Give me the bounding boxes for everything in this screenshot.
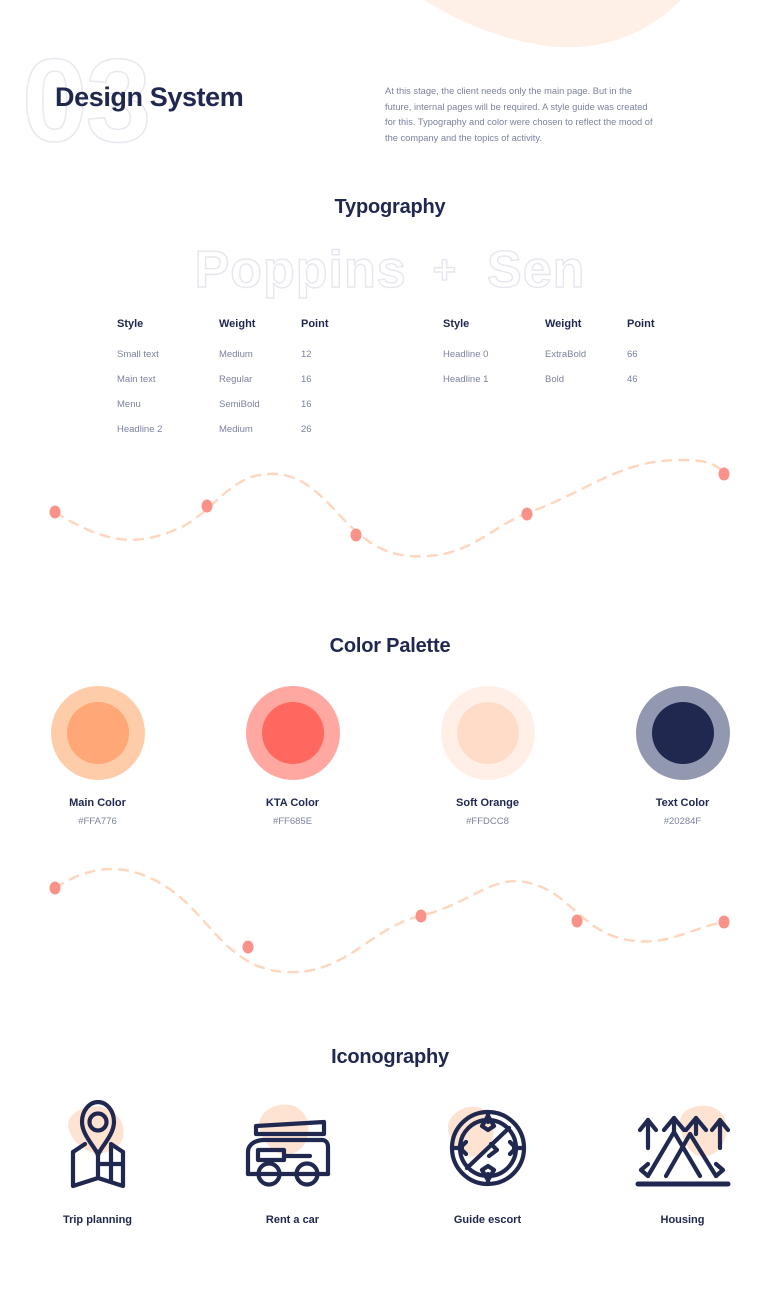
color-swatch[interactable]: Text Color #20284F [585,686,780,827]
cell-style: Headline 0 [443,349,489,360]
plus-separator: + [432,247,458,292]
table-row: Headline 2 Medium 26 [117,424,351,449]
page-header: 03 Design System At this stage, the clie… [0,0,780,180]
wave-path [53,458,727,558]
swatch-hex: #FF685E [272,816,313,827]
table-row: Main text Regular 16 [117,374,351,399]
cell-point: 12 [301,349,312,360]
cell-weight: Medium [219,424,253,435]
wave-dot [718,915,730,929]
swatch-core [66,702,129,764]
table-row: Menu SemiBold 16 [117,399,351,424]
column-header-weight: Weight [545,318,582,330]
swatch-hex: #20284F [663,816,702,827]
wave-dot [718,467,730,481]
icon-item-trip-planning[interactable]: Trip planning [0,1100,195,1226]
icon-art [238,1100,348,1196]
cell-weight: Regular [219,374,253,385]
column-header-point: Point [301,318,329,330]
swatch-ring [50,686,145,780]
table-row: Headline 0 ExtraBold 66 [443,349,677,374]
icon-blob [258,1104,308,1155]
wave-dot [415,909,427,923]
color-swatch[interactable]: Soft Orange #FFDCC8 [390,686,585,827]
cell-weight: Bold [545,374,565,385]
swatch-name: Soft Orange [456,797,519,809]
icon-label: Housing [660,1214,705,1226]
color-palette-heading: Color Palette [329,635,451,657]
column-header-weight: Weight [219,318,256,330]
swatch-name: Text Color [655,797,710,809]
swatch-core [261,702,324,764]
cell-point: 26 [301,424,312,435]
wave-dot [49,505,61,519]
cell-point: 16 [301,399,312,410]
cell-style: Headline 2 [117,424,163,435]
icon-label: Rent a car [265,1214,320,1226]
swatch-core [456,702,519,764]
icon-item-housing[interactable]: Housing [585,1100,780,1226]
column-header-point: Point [627,318,655,330]
wave-dot [350,528,362,542]
table-header-row: Style Weight Point [443,318,677,349]
typography-table-left: Style Weight Point Small text Medium 12 … [117,318,351,449]
wave-dot [521,507,533,521]
cell-weight: Medium [219,349,253,360]
swatch-name: KTA Color [265,797,320,809]
cell-point: 46 [627,374,638,385]
column-header-style: Style [117,318,144,330]
wave-path [53,868,726,974]
iconography-row: Trip planning Rent a car Guide escort Ho… [0,1100,780,1226]
wave-dot [49,881,61,895]
swatch-hex: #FFDCC8 [466,816,509,827]
typography-heading: Typography [334,196,446,218]
swatch-ring [440,686,535,780]
cell-style: Small text [117,349,159,360]
icon-art [628,1100,738,1196]
color-palette-row: Main Color #FFA776 KTA Color #FF685E Sof… [0,686,780,827]
swatch-hex: #FFA776 [78,816,117,827]
swatch-ring [635,686,730,780]
icon-art [43,1100,153,1196]
color-swatch[interactable]: KTA Color #FF685E [195,686,390,827]
swatch-name: Main Color [69,797,126,809]
icon-item-rent-a-car[interactable]: Rent a car [195,1100,390,1226]
color-swatch[interactable]: Main Color #FFA776 [0,686,195,827]
wave-divider-bottom [49,868,730,974]
font-name-secondary: Sen [486,240,586,299]
design-system-page: 03 Design System At this stage, the clie… [0,0,780,1292]
swatch-core [651,702,714,764]
cell-style: Main text [117,374,156,385]
icon-label: Trip planning [62,1214,133,1226]
font-name-primary: Poppins [194,240,407,299]
wave-divider-top [49,458,730,558]
intro-paragraph: At this stage, the client needs only the… [385,86,653,143]
iconography-heading: Iconography [331,1046,449,1068]
cell-style: Headline 1 [443,374,489,385]
icon-art [433,1100,543,1196]
wave-dot [571,914,583,928]
swatch-ring [245,686,340,780]
cell-weight: SemiBold [219,399,260,410]
table-header-row: Style Weight Point [117,318,351,349]
font-showcase: Poppins + Sen [0,240,780,300]
cell-point: 66 [627,349,638,360]
cell-weight: ExtraBold [545,349,587,360]
icon-label: Guide escort [453,1214,522,1226]
wave-dot [242,940,254,954]
cell-style: Menu [117,399,141,410]
table-row: Small text Medium 12 [117,349,351,374]
page-title: Design System [55,82,244,112]
table-row: Headline 1 Bold 46 [443,374,677,399]
cell-point: 16 [301,374,312,385]
compass-icon [449,1109,526,1187]
typography-table-right: Style Weight Point Headline 0 ExtraBold … [443,318,677,399]
wave-dot [201,499,213,513]
icon-item-guide-escort[interactable]: Guide escort [390,1100,585,1226]
column-header-style: Style [443,318,470,330]
